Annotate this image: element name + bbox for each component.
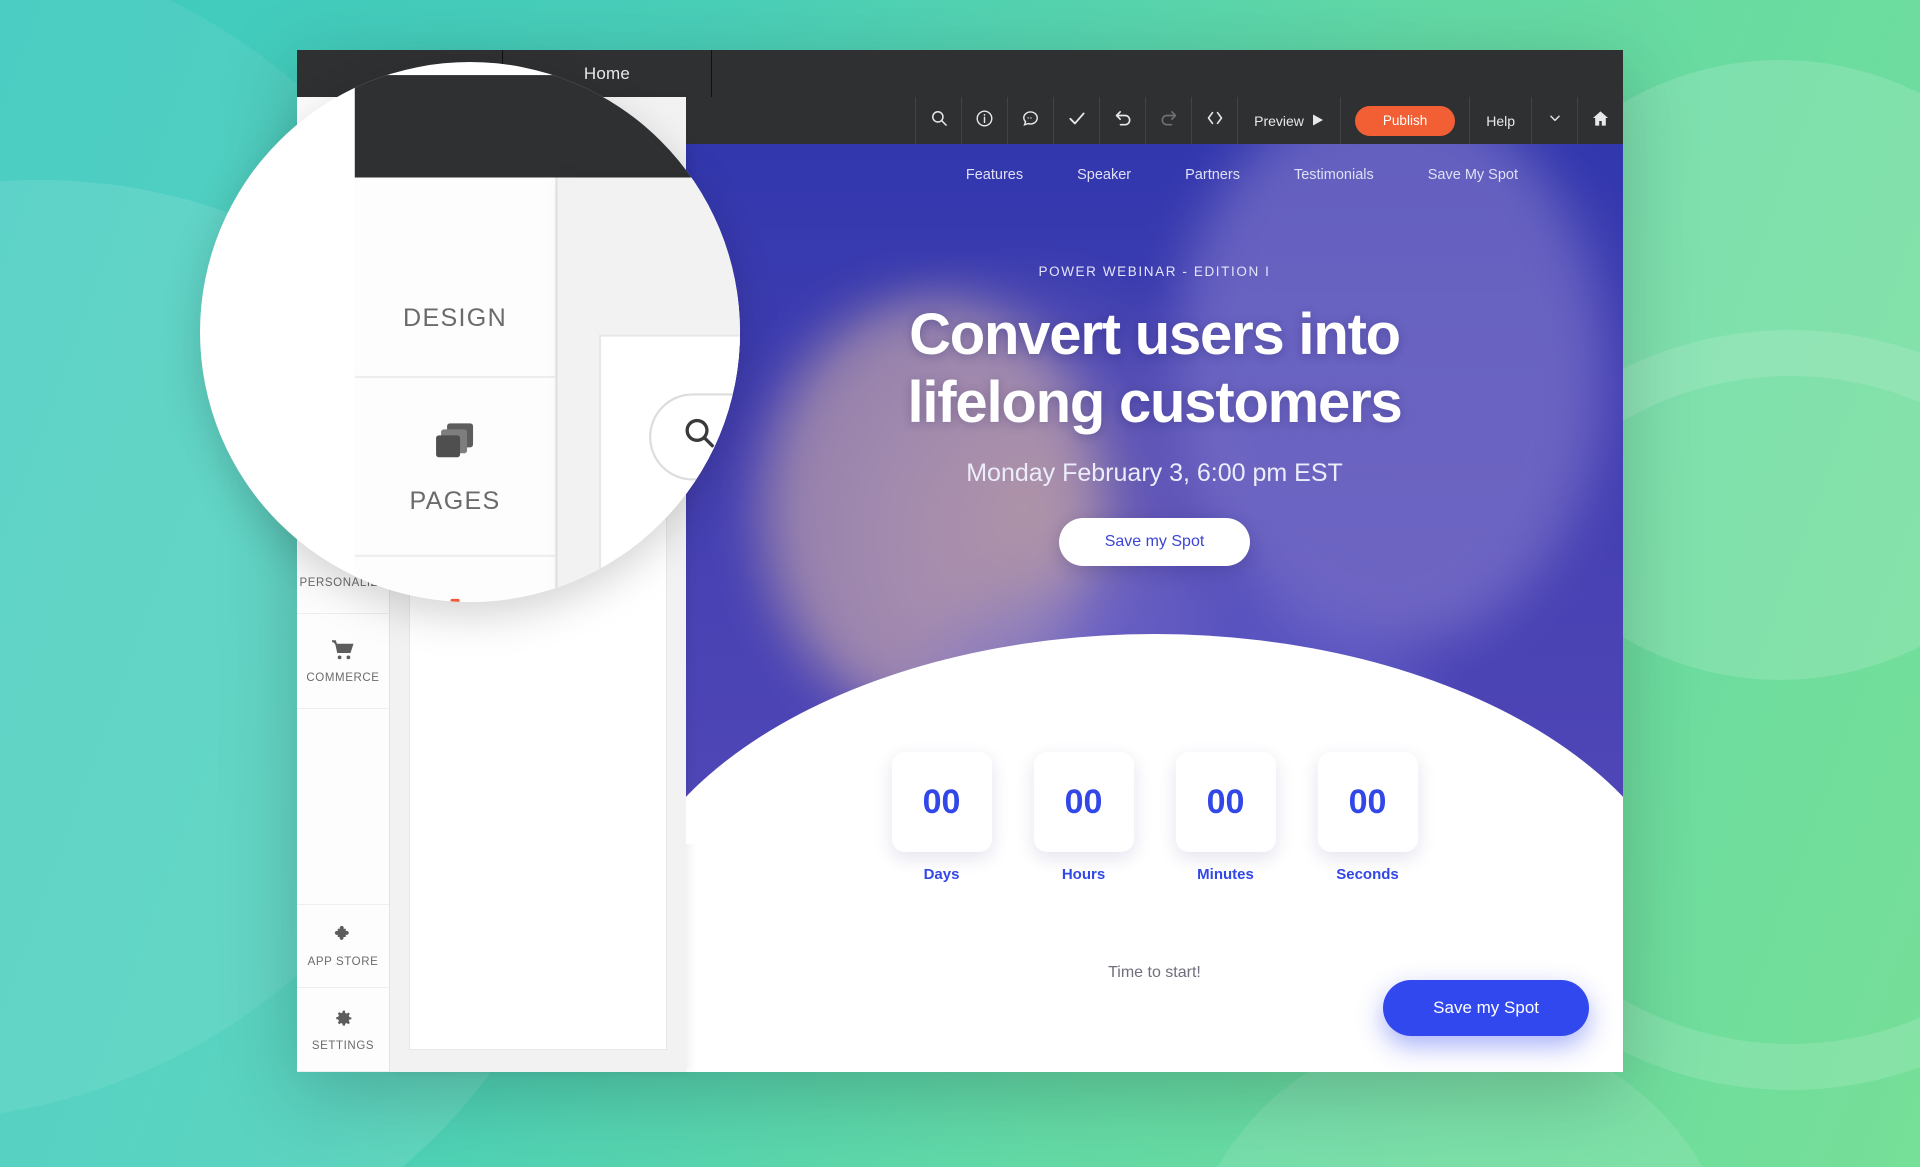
magnified-sidebar-item-widgets[interactable]: WIDGETS	[355, 557, 556, 602]
puzzle-icon	[333, 924, 354, 945]
magnified-sidebar-item-design[interactable]: DESIGN	[354, 212, 556, 379]
countdown-item-hours: 00 Hours	[1033, 752, 1134, 883]
countdown-label-hours: Hours	[1061, 866, 1106, 883]
magnified-rail: DESIGN PAGES	[354, 177, 558, 602]
hero-content: POWER WEBINAR - EDITION I Convert users …	[686, 206, 1623, 566]
toolbar-help-label: Help	[1486, 112, 1515, 129]
hero-section: Features Speaker Partners Testimonials S…	[686, 144, 1623, 844]
magnifier-content: Home DESIGN PAGES	[200, 62, 740, 602]
sidebar-item-commerce[interactable]: COMMERCE	[297, 614, 389, 709]
nav-link-features[interactable]: Features	[966, 167, 1023, 183]
toolbar-code-button[interactable]	[1191, 97, 1237, 144]
countdown-label-seconds: Seconds	[1336, 866, 1399, 883]
magnified-widget-search-box[interactable]: site search 360	[649, 393, 740, 481]
countdown-item-minutes: 00 Minutes	[1175, 752, 1276, 883]
nav-link-partners[interactable]: Partners	[1185, 167, 1240, 183]
tabstrip-filler	[712, 50, 1623, 97]
magnified-search-value[interactable]: site search 360	[738, 420, 740, 455]
check-icon	[1067, 108, 1087, 133]
nav-link-testimonials[interactable]: Testimonials	[1294, 167, 1374, 183]
countdown-value-days: 00	[891, 752, 992, 852]
hero-eyebrow: POWER WEBINAR - EDITION I	[1038, 264, 1271, 279]
comment-icon	[1021, 109, 1040, 133]
hero-headline-line1: Convert users into	[909, 302, 1401, 367]
toolbar-preview-button[interactable]: Preview	[1237, 97, 1340, 144]
countdown-label-days: Days	[923, 866, 960, 883]
nav-link-save-my-spot[interactable]: Save My Spot	[1428, 167, 1518, 183]
home-icon	[1591, 109, 1610, 133]
floating-save-my-spot-button[interactable]: Save my Spot	[1383, 980, 1589, 1036]
countdown-item-days: 00 Days	[891, 752, 992, 883]
info-icon	[975, 109, 994, 133]
toolbar-search-button[interactable]	[915, 97, 961, 144]
publish-button[interactable]: Publish	[1354, 105, 1456, 136]
toolbar-publish-wrap: Publish	[1339, 97, 1469, 144]
magnified-hint-bold: Drag & Drop	[662, 517, 740, 551]
plus-icon	[427, 592, 484, 602]
sidebar-item-app-store-label: APP STORE	[307, 956, 379, 968]
sidebar-item-settings-label: SETTINGS	[311, 1039, 375, 1052]
magnified-sidebar-item-pages[interactable]: PAGES	[354, 378, 556, 557]
hero-cta-button[interactable]: Save my Spot	[1058, 517, 1251, 566]
countdown-item-seconds: 00 Seconds	[1317, 752, 1418, 883]
toolbar-undo-button[interactable]	[1099, 97, 1145, 144]
hero-headline-line2: lifelong customers	[907, 369, 1402, 435]
magnified-panel-body: site search 360 Drag & Drop widgets onto…	[598, 334, 740, 602]
toolbar-check-button[interactable]	[1053, 97, 1099, 144]
hero-date: Monday February 3, 6:00 pm EST	[966, 458, 1343, 487]
redo-icon	[1159, 108, 1179, 133]
site-nav: Features Speaker Partners Testimonials S…	[686, 144, 1623, 206]
search-icon	[930, 109, 948, 132]
countdown-label-minutes: Minutes	[1197, 866, 1254, 883]
editor-toolbar: Preview Publish Help	[686, 97, 1623, 144]
rail-spacer	[297, 709, 389, 904]
search-icon	[682, 414, 717, 460]
sidebar-item-settings[interactable]: SETTINGS	[297, 988, 389, 1072]
toolbar-info-button[interactable]	[961, 97, 1007, 144]
magnified-widgets-panel: WIDGETS site search 360 Drag & Drop widg…	[557, 177, 740, 602]
countdown-value-seconds: 00	[1317, 752, 1418, 852]
toolbar-preview-label: Preview	[1254, 112, 1304, 129]
pages-icon	[431, 417, 479, 465]
toolbar-help-button[interactable]: Help	[1469, 97, 1531, 144]
chevron-down-icon	[1548, 111, 1562, 130]
magnified-drag-drop-hint: Drag & Drop widgets onto your site	[601, 518, 740, 551]
toolbar-home-button[interactable]	[1577, 97, 1623, 144]
sidebar-item-app-store[interactable]: APP STORE	[297, 904, 389, 988]
sidebar-item-commerce-label: COMMERCE	[306, 671, 380, 684]
gear-icon	[333, 1008, 354, 1029]
hero-headline: Convert users into lifelong customers	[686, 301, 1623, 437]
site-preview: Features Speaker Partners Testimonials S…	[686, 144, 1623, 1072]
countdown-timer: 00 Days 00 Hours 00 Minutes 00 Seconds	[686, 752, 1623, 883]
countdown-value-hours: 00	[1033, 752, 1134, 852]
code-icon	[1205, 108, 1225, 133]
cart-icon	[331, 639, 355, 661]
editor-canvas: Preview Publish Help Features Speaker Pa…	[686, 97, 1623, 1072]
magnified-tabstrip: Home	[354, 75, 740, 178]
magnified-label-design: DESIGN	[403, 305, 508, 332]
toolbar-comment-button[interactable]	[1007, 97, 1053, 144]
nav-link-speaker[interactable]: Speaker	[1077, 167, 1131, 183]
countdown-value-minutes: 00	[1175, 752, 1276, 852]
toolbar-more-button[interactable]	[1531, 97, 1577, 144]
play-icon	[1312, 113, 1324, 129]
magnifier-lens: Home DESIGN PAGES	[200, 62, 740, 602]
magnified-panel-title: WIDGETS	[558, 178, 740, 335]
magnified-label-pages: PAGES	[409, 489, 501, 516]
toolbar-redo-button[interactable]	[1145, 97, 1191, 144]
undo-icon	[1113, 108, 1133, 133]
